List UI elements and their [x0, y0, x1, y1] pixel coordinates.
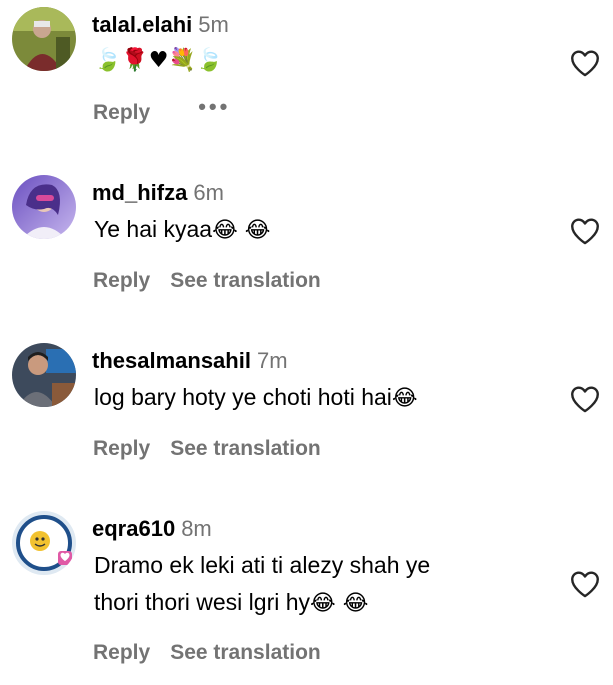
comment-text: Ye hai kyaa😂 😂 [94, 212, 270, 248]
comment-actions: Reply ••• [93, 94, 230, 126]
username[interactable]: talal.elahi [92, 12, 192, 37]
laughing-emoji: 😂 😂 [310, 591, 369, 616]
comment-text: 🍃🌹♥💐🍃 [94, 48, 224, 73]
laughing-emoji: 😂 [391, 386, 418, 411]
comment-text-body: thori thori wesi lgri hy [94, 589, 311, 615]
comment-actions: Reply See translation [93, 640, 321, 666]
avatar[interactable] [12, 511, 76, 575]
see-translation-button[interactable]: See translation [170, 436, 321, 462]
more-dots-icon[interactable]: ••• [198, 94, 230, 120]
username[interactable]: eqra610 [92, 516, 175, 541]
heart-outline-icon[interactable] [568, 214, 602, 248]
reply-button[interactable]: Reply [93, 268, 150, 294]
comment-text-line-2: thori thori wesi lgri hy😂 😂 [94, 585, 368, 621]
timestamp: 5m [198, 12, 229, 37]
comment-actions: Reply See translation [93, 268, 321, 294]
username-line: thesalmansahil 7m [92, 348, 288, 374]
reply-button[interactable]: Reply [93, 640, 150, 666]
avatar[interactable] [12, 175, 76, 239]
reply-button[interactable]: Reply [93, 100, 150, 126]
avatar[interactable] [12, 343, 76, 407]
see-translation-button[interactable]: See translation [170, 640, 321, 666]
see-translation-button[interactable]: See translation [170, 268, 321, 294]
timestamp: 8m [181, 516, 212, 541]
username-line: eqra610 8m [92, 516, 212, 542]
reply-button[interactable]: Reply [93, 436, 150, 462]
username-line: md_hifza 6m [92, 180, 224, 206]
comment-text-body: Ye hai kyaa [94, 216, 213, 242]
heart-outline-icon[interactable] [568, 382, 602, 416]
timestamp: 7m [256, 348, 288, 373]
heart-outline-icon[interactable] [568, 46, 602, 80]
heart-outline-icon[interactable] [568, 567, 602, 601]
username[interactable]: thesalmansahil [92, 348, 251, 373]
comment-text-body: log bary hoty ye choti hoti hai [94, 384, 392, 410]
avatar[interactable] [12, 7, 76, 71]
comment-text-line-1: Dramo ek leki ati ti alezy shah ye [94, 552, 431, 578]
username-line: talal.elahi 5m [92, 12, 229, 38]
comment-actions: Reply See translation [93, 436, 321, 462]
comment-text: log bary hoty ye choti hoti hai😂 [94, 380, 418, 416]
laughing-emoji: 😂 😂 [212, 218, 271, 243]
timestamp: 6m [193, 180, 224, 205]
username[interactable]: md_hifza [92, 180, 187, 205]
